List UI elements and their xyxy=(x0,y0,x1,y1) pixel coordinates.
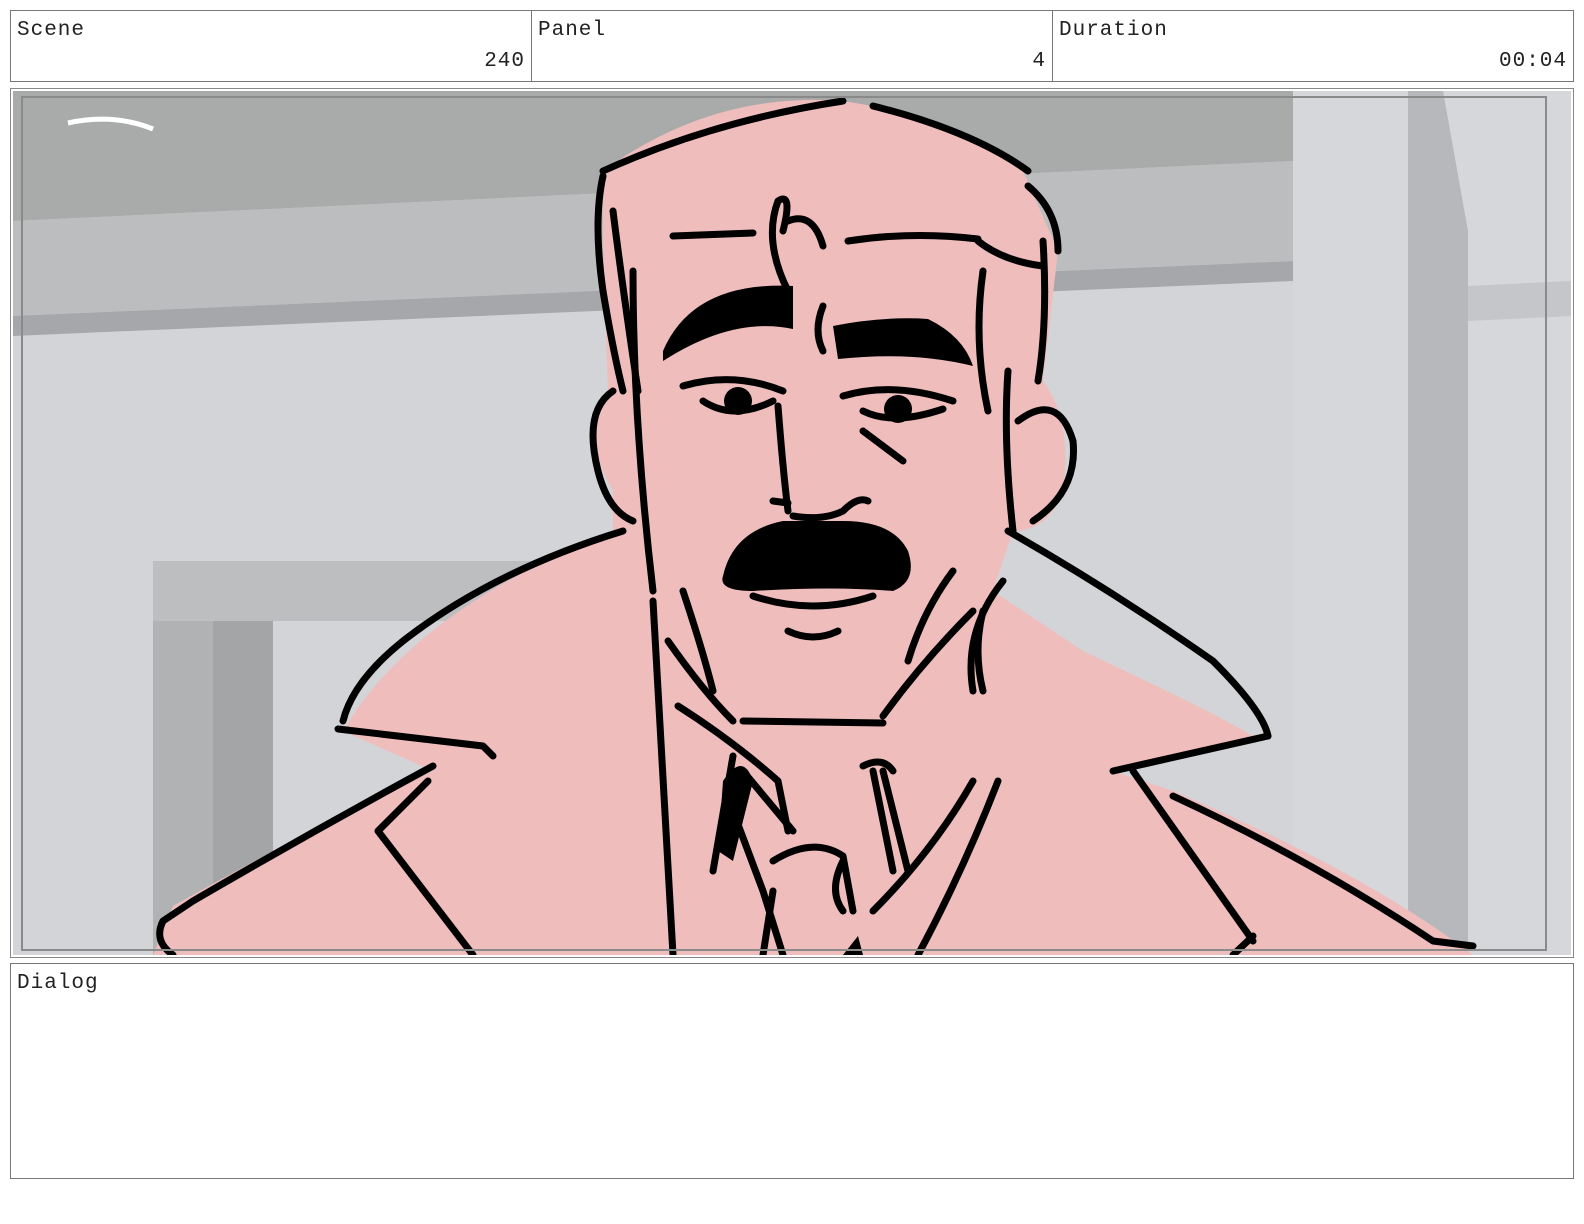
scene-label: Scene xyxy=(17,19,86,42)
pillar xyxy=(1408,91,1468,955)
duration-label: Duration xyxy=(1059,19,1168,42)
scene-cell: Scene 240 xyxy=(11,11,532,81)
scene-number: 240 xyxy=(484,50,525,73)
duration-value: 00:04 xyxy=(1498,50,1567,73)
dialog-box: Dialog xyxy=(10,963,1574,1179)
panel-cell: Panel 4 xyxy=(532,11,1053,81)
duration-cell: Duration 00:04 xyxy=(1053,11,1573,81)
dialog-label: Dialog xyxy=(17,972,99,995)
storyboard-frame xyxy=(10,88,1574,958)
storyboard-drawing xyxy=(13,91,1571,955)
panel-header: Scene 240 Panel 4 Duration 00:04 xyxy=(10,10,1574,82)
panel-label: Panel xyxy=(538,19,607,42)
panel-number: 4 xyxy=(1032,50,1046,73)
right-beam xyxy=(1468,281,1571,321)
